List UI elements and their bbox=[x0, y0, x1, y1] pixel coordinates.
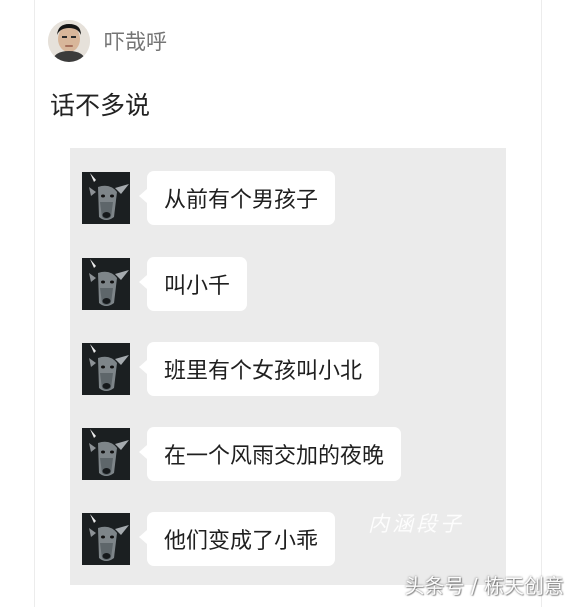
chat-message: 他们变成了小乖 bbox=[82, 512, 336, 572]
chat-avatar[interactable] bbox=[82, 172, 130, 224]
message-bubble[interactable]: 他们变成了小乖 bbox=[139, 512, 336, 566]
chat-avatar[interactable] bbox=[82, 343, 130, 395]
deer-avatar-icon bbox=[82, 172, 130, 224]
bubble-tail bbox=[139, 189, 147, 203]
message-text: 从前有个男孩子 bbox=[164, 188, 319, 213]
bubble-tail bbox=[139, 275, 147, 289]
message-bubble[interactable]: 从前有个男孩子 bbox=[139, 171, 336, 225]
deer-avatar-icon bbox=[82, 428, 130, 480]
post-header: 吓哉呼 bbox=[48, 18, 167, 64]
message-text: 叫小千 bbox=[164, 274, 231, 299]
deer-avatar-icon bbox=[82, 343, 130, 395]
message-bubble[interactable]: 班里有个女孩叫小北 bbox=[139, 342, 380, 396]
frame-divider-right bbox=[541, 0, 542, 607]
post-text: 话不多说 bbox=[50, 91, 151, 120]
bubble-tail bbox=[139, 445, 147, 459]
chat-avatar[interactable] bbox=[82, 258, 130, 310]
message-text: 他们变成了小乖 bbox=[164, 529, 319, 554]
chat-avatar[interactable] bbox=[82, 513, 130, 565]
chat-message: 叫小千 bbox=[82, 257, 248, 317]
poster-name[interactable]: 吓哉呼 bbox=[104, 26, 167, 56]
frame-divider-left bbox=[34, 0, 35, 607]
bubble-tail bbox=[139, 530, 147, 544]
chat-message: 班里有个女孩叫小北 bbox=[82, 342, 380, 402]
post-screenshot: 吓哉呼 话不多说 从前有个男孩子 叫小千 班里有个女孩叫小北 在一个风雨交加的夜… bbox=[0, 0, 576, 607]
handwritten-watermark: 内涵段子 bbox=[368, 512, 464, 536]
deer-avatar-icon bbox=[82, 258, 130, 310]
source-watermark: 头条号 / 栋天创意 bbox=[404, 574, 564, 598]
poster-avatar[interactable] bbox=[48, 20, 90, 62]
bubble-tail bbox=[139, 360, 147, 374]
message-text: 在一个风雨交加的夜晚 bbox=[164, 444, 385, 469]
message-bubble[interactable]: 叫小千 bbox=[139, 257, 248, 311]
message-text: 班里有个女孩叫小北 bbox=[164, 359, 363, 384]
chat-message: 在一个风雨交加的夜晚 bbox=[82, 427, 402, 487]
person-avatar-icon bbox=[48, 20, 90, 62]
deer-avatar-icon bbox=[82, 513, 130, 565]
chat-message: 从前有个男孩子 bbox=[82, 171, 336, 231]
chat-avatar[interactable] bbox=[82, 428, 130, 480]
message-bubble[interactable]: 在一个风雨交加的夜晚 bbox=[139, 427, 402, 481]
